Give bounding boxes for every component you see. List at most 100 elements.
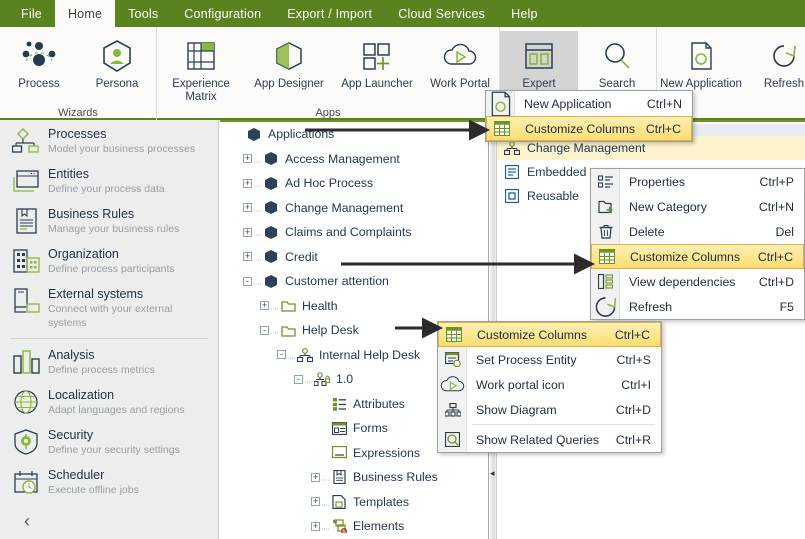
menu-item-delete[interactable]: Delete Del — [591, 219, 804, 244]
menu-item-customize-columns[interactable]: Customize Columns Ctrl+C — [591, 244, 804, 269]
menu-item-label: Show Diagram — [476, 402, 557, 417]
tree-row[interactable]: + Health — [220, 294, 488, 319]
sidebar-item-business-rules[interactable]: Business Rules Manage your business rules — [0, 200, 218, 240]
tree-row[interactable]: Applications — [220, 122, 488, 147]
menu-item-show-related-queries[interactable]: Show Related Queries Ctrl+R — [438, 427, 661, 452]
tree-connector — [271, 321, 279, 339]
refresh-icon — [768, 37, 800, 75]
ribbon-button-app-designer[interactable]: App Designer — [245, 31, 333, 107]
tree-row[interactable]: + Elements — [220, 514, 488, 539]
ribbon-button-experience-matrix[interactable]: Experience Matrix — [157, 31, 245, 107]
tree-row[interactable]: + Change Management — [220, 196, 488, 221]
expert-icon — [522, 37, 556, 75]
sidebar-item-description: Execute offline jobs — [48, 484, 139, 496]
ribbon-button-persona[interactable]: Persona — [78, 31, 156, 107]
menu-item-label: Customize Columns — [525, 121, 636, 136]
collapse-icon[interactable]: - — [292, 373, 305, 386]
show-related-queries-icon — [438, 432, 467, 447]
sidebar-item-entities[interactable]: Entities Define your process data — [0, 160, 218, 200]
expressions-icon — [330, 446, 348, 459]
menu-item-refresh[interactable]: Refresh F5 — [591, 294, 804, 319]
menu-item-properties[interactable]: Properties Ctrl+P — [591, 169, 804, 194]
menu-item-view-dependencies[interactable]: View dependencies Ctrl+D — [591, 269, 804, 294]
menu-home[interactable]: Home — [54, 0, 116, 27]
sidebar-item-localization[interactable]: Localization Adapt languages and regions — [0, 381, 218, 421]
ribbon-button-app-launcher[interactable]: App Launcher — [333, 31, 421, 107]
new-category-icon — [591, 200, 620, 214]
tree-row[interactable]: - Customer attention — [220, 269, 488, 294]
menu-item-show-diagram[interactable]: Show Diagram Ctrl+D — [438, 397, 661, 422]
menu-item-new-category[interactable]: New Category Ctrl+N — [591, 194, 804, 219]
menu-item-customize-columns[interactable]: Customize Columns Ctrl+C — [438, 322, 661, 347]
folder-icon — [279, 324, 297, 337]
expand-icon[interactable]: + — [241, 152, 254, 165]
sidebar-item-scheduler[interactable]: Scheduler Execute offline jobs — [0, 461, 218, 501]
expand-icon[interactable]: + — [241, 177, 254, 190]
expand-icon[interactable]: + — [258, 299, 271, 312]
tree-row[interactable]: + Templates — [220, 490, 488, 515]
menu-item-customize-columns[interactable]: Customize Columns Ctrl+C — [486, 116, 692, 141]
menu-item-set-process-entity[interactable]: Set Process Entity Ctrl+S — [438, 347, 661, 372]
menu-item-label: New Category — [629, 199, 707, 214]
menu-item-new-application[interactable]: New Application Ctrl+N — [486, 91, 692, 116]
expert-dropdown-menu[interactable]: New Application Ctrl+N Customize Columns Ct… — [485, 90, 693, 142]
scheduler-icon — [10, 467, 44, 497]
ribbon-button-process[interactable]: Process — [0, 31, 78, 107]
tree-row-label: Change Management — [285, 200, 404, 215]
menu-cloud-services[interactable]: Cloud Services — [385, 0, 498, 27]
menu-item-shortcut: Ctrl+D — [758, 274, 794, 289]
menu-export-import[interactable]: Export / Import — [274, 0, 385, 27]
sidebar-item-description: Define your security settings — [48, 444, 180, 456]
menu-item-work-portal-icon[interactable]: Work portal icon Ctrl+I — [438, 372, 661, 397]
tree-row-label: Help Desk — [302, 323, 359, 338]
show-diagram-icon — [438, 402, 467, 417]
tree-row[interactable]: + Ad Hoc Process — [220, 171, 488, 196]
menu-item-label: New Application — [524, 96, 612, 111]
sidebar-item-analysis[interactable]: Analysis Define process metrics — [0, 341, 218, 381]
ribbon-button-label: Process — [18, 78, 60, 90]
folder-icon — [279, 299, 297, 312]
splitter-grip-icon[interactable]: ◂ — [490, 468, 495, 479]
tree-connector — [288, 346, 296, 364]
sidebar-item-description: Define process metrics — [48, 364, 155, 376]
expand-icon[interactable]: + — [309, 471, 322, 484]
ribbon-button-refresh[interactable]: Refresh — [745, 31, 805, 107]
sidebar-item-label: External systems — [48, 287, 144, 301]
customize-columns-icon — [439, 327, 468, 342]
expand-icon[interactable]: + — [241, 226, 254, 239]
process-context-menu[interactable]: Customize Columns Ctrl+C Set Process Entit… — [437, 321, 662, 453]
menu-tools[interactable]: Tools — [115, 0, 171, 27]
tree-connector — [254, 223, 262, 241]
menu-item-shortcut: Ctrl+I — [621, 377, 651, 392]
tree-row[interactable]: + Credit — [220, 245, 488, 270]
menu-configuration[interactable]: Configuration — [171, 0, 274, 27]
collapse-icon[interactable]: - — [275, 348, 288, 361]
expand-icon[interactable]: + — [241, 201, 254, 214]
sidebar-item-processes[interactable]: Processes Model your business processes — [0, 120, 218, 160]
sidebar-collapse-icon[interactable]: ‹ — [0, 501, 218, 532]
collapse-icon[interactable]: - — [241, 275, 254, 288]
menu-help[interactable]: Help — [498, 0, 551, 27]
main-menu-bar: File Home Tools Configuration Export / Impor… — [0, 0, 805, 27]
tree-row[interactable]: + Business Rules — [220, 465, 488, 490]
left-sidebar: Processes Model your business processes En… — [0, 120, 219, 539]
expand-icon[interactable]: + — [309, 520, 322, 533]
tree-row-label: Credit — [285, 249, 318, 264]
tree-row-label: Ad Hoc Process — [285, 176, 374, 191]
tree-connector — [271, 297, 279, 315]
expand-icon[interactable]: + — [309, 495, 322, 508]
sidebar-item-security[interactable]: Security Define your security settings — [0, 421, 218, 461]
sidebar-item-external-systems[interactable]: External systems Connect with your extern… — [0, 280, 218, 334]
menu-item-shortcut: Del — [775, 224, 794, 239]
application-context-menu[interactable]: Properties Ctrl+P New Category Ctrl+N Delete… — [590, 168, 805, 320]
expand-icon[interactable]: + — [241, 250, 254, 263]
elements-icon — [330, 519, 348, 534]
sidebar-item-organization[interactable]: Organization Define process participants — [0, 240, 218, 280]
security-icon — [10, 427, 44, 457]
menu-file[interactable]: File — [8, 0, 55, 27]
collapse-icon[interactable]: - — [258, 324, 271, 337]
tree-connector — [322, 468, 330, 486]
tree-row[interactable]: + Claims and Complaints — [220, 220, 488, 245]
tree-row[interactable]: + Access Management — [220, 147, 488, 172]
